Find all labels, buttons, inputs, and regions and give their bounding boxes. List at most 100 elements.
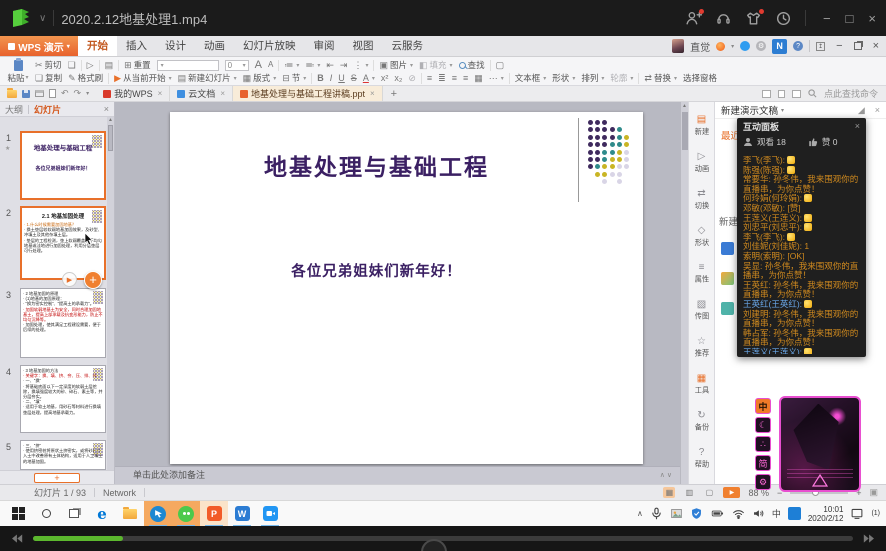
add-slide-button[interactable]: + (34, 472, 80, 483)
taskbar-app-word[interactable]: W (228, 501, 256, 527)
wps-app-menu[interactable]: WPS 演示 ▾ (0, 36, 78, 56)
ribbon-形状[interactable]: 形状 ▾ (551, 72, 576, 84)
ribbon-icon[interactable]: ⋮ ▾ (352, 60, 369, 70)
slide-thumbnail-5[interactable]: · 三、“挤” · 使用挤密桩将原状土挤密实，或将砂石打入土中改善原有土体结构，适… (20, 440, 106, 470)
volume-icon[interactable] (752, 507, 765, 520)
ribbon-icon[interactable]: ▢ (495, 60, 506, 70)
ribbon-icon[interactable]: ▷ (86, 60, 95, 70)
ime-mode-indicator[interactable]: 中 (772, 507, 781, 520)
history-clock-icon[interactable] (775, 10, 792, 27)
document-tab[interactable]: 地基处理与基础工程讲稿.ppt × (232, 86, 383, 101)
scrollbar-thumb[interactable] (108, 125, 113, 151)
ribbon-icon[interactable]: ⊘ (407, 73, 417, 83)
player-close-button[interactable]: × (868, 11, 876, 26)
ribbon-icon[interactable]: ▦ (473, 73, 484, 83)
search-icon[interactable] (808, 89, 817, 98)
ribbon-icon[interactable]: x² (380, 73, 390, 83)
ime-fullmoon-icon[interactable]: ☾ (755, 417, 771, 433)
thumb-add-button[interactable]: + (84, 271, 102, 289)
ime-chinese-icon[interactable]: 中 (755, 398, 771, 414)
fit-window-icon[interactable]: ▣ (869, 487, 878, 498)
ribbon-collapse-icon[interactable]: ↥ (816, 41, 826, 51)
sidebar-tool-tools[interactable]: ▦ 工具 (689, 366, 714, 403)
ribbon-icon[interactable]: A (254, 59, 263, 71)
ribbon-选择窗格[interactable]: 选择窗格 (682, 72, 718, 84)
chat-message-list[interactable]: 李飞(李飞): 陈强(陈强): 常要华: 孙冬伟，我来围观你的直播串，为你点赞！… (743, 156, 861, 354)
notification-center-icon[interactable] (850, 507, 864, 520)
scroll-up-icon[interactable]: ▲ (681, 102, 688, 110)
wardrobe-icon[interactable] (745, 8, 764, 27)
menu-tab-设计[interactable]: 设计 (156, 36, 195, 56)
player-logo-dropdown[interactable]: ∨ (39, 13, 46, 24)
menu-tab-云服务[interactable]: 云服务 (383, 36, 433, 56)
slide-title[interactable]: 地基处理与基础工程 (170, 148, 583, 182)
view-reading-button[interactable]: ▢ (703, 487, 715, 498)
new-document-tab[interactable]: + (383, 86, 405, 101)
ribbon-icon[interactable]: A (267, 61, 274, 69)
ribbon-新建幻灯片[interactable]: ▤ 新建幻灯片 ▾ (177, 72, 238, 84)
new-label[interactable]: 新建 (719, 214, 738, 228)
taskbar-app-task-view[interactable] (60, 501, 88, 527)
window-icon[interactable] (791, 89, 801, 98)
document-tab[interactable]: 云文档 × (170, 86, 233, 101)
ribbon-icon[interactable]: ⇥ (339, 60, 349, 70)
wifi-icon[interactable] (732, 507, 745, 520)
slide-thumbnail-1[interactable]: 地基处理与基础工程 各位兄弟姐妹们新年好！ (20, 131, 106, 200)
ribbon-icon[interactable]: S (350, 73, 358, 83)
ribbon-icon[interactable]: ⇤ (325, 60, 335, 70)
thumb-play-button[interactable]: ▶ (62, 272, 77, 287)
ribbon-从当前开始[interactable]: ▶ 从当前开始 ▾ (113, 72, 172, 84)
print-preview-icon[interactable] (49, 89, 56, 98)
task-panel-title[interactable]: 新建演示文稿 (721, 103, 778, 117)
ribbon-排列[interactable]: 排列 ▾ (580, 72, 605, 84)
redo-icon[interactable]: ↷ (74, 88, 82, 99)
settings-gear-icon[interactable]: ⚙ (756, 41, 767, 51)
ribbon-替换[interactable]: ⇄ 替换 ▾ (643, 72, 678, 84)
battery-icon[interactable] (710, 507, 725, 520)
menu-tab-审阅[interactable]: 审阅 (305, 36, 344, 56)
picture-template-icon[interactable] (721, 272, 734, 285)
player-minimize-button[interactable]: − (823, 11, 831, 26)
account-name[interactable]: 直觉 (690, 39, 710, 54)
slideshow-play-button[interactable]: ▶ (723, 487, 741, 498)
taskbar-clock[interactable]: 10:01 2020/2/12 (808, 505, 844, 523)
skip-forward-icon[interactable] (862, 532, 877, 545)
taskbar-app-wechat[interactable] (172, 500, 200, 527)
sidebar-tool-help[interactable]: ? 帮助 (689, 440, 714, 477)
taskbar-app-edge[interactable]: e (88, 501, 116, 527)
save-icon[interactable] (22, 89, 30, 98)
ribbon-icon[interactable]: ▾ (156, 59, 220, 71)
ribbon-复制[interactable]: ❏ 复制 (34, 72, 63, 84)
sidebar-tool-new-doc[interactable]: ▤ 新建 (689, 107, 714, 144)
ribbon-节[interactable]: ⊟ 节 ▾ (281, 72, 307, 84)
slide-thumbnail-3[interactable]: · 2 地基加固的原理 · (1)地基的加固原理： · “换为密实控制”、“提高土的… (20, 288, 106, 358)
taskbar-app-search[interactable] (32, 501, 60, 527)
menu-tab-开始[interactable]: 开始 (78, 36, 117, 56)
undo-icon[interactable]: ↶ (61, 88, 69, 99)
open-file-icon[interactable] (7, 87, 17, 98)
player-logo-icon[interactable] (10, 7, 32, 29)
ribbon-图片[interactable]: ▣ 图片 ▾ (378, 59, 414, 71)
help-icon[interactable]: ? (793, 41, 804, 51)
ribbon-icon[interactable]: ≕ ▾ (304, 60, 321, 70)
ribbon-icon[interactable]: ≡ (462, 73, 469, 83)
skip-back-icon[interactable] (9, 532, 24, 545)
sidebar-tool-recommend[interactable]: ☆ 推荐 (689, 329, 714, 366)
sidebar-tool-backup[interactable]: ↻ 备份 (689, 403, 714, 440)
avatar[interactable] (672, 39, 685, 53)
ribbon-icon[interactable]: I (329, 73, 334, 83)
sidebar-tool-transition[interactable]: ⇄ 切换 (689, 181, 714, 218)
close-icon[interactable]: × (855, 121, 860, 131)
tab-slides[interactable]: 幻灯片 (34, 103, 61, 116)
menu-tab-幻灯片放映[interactable]: 幻灯片放映 (234, 36, 305, 56)
close-icon[interactable]: × (370, 89, 375, 98)
seek-bar[interactable] (33, 536, 853, 541)
menu-tab-视图[interactable]: 视图 (344, 36, 383, 56)
slide-thumbnail-4[interactable]: · 3 地基加固的方法 · 关键字：换、填、挤、夯、压、排、拌 · 一、“换” · 将… (20, 365, 106, 433)
ribbon-格式刷[interactable]: ✎ 格式刷 (67, 72, 104, 84)
close-icon[interactable]: × (220, 89, 225, 98)
ribbon-icon[interactable]: ≡ (451, 73, 458, 83)
current-slide[interactable]: 地基处理与基础工程 各位兄弟姐妹们新年好！ (170, 112, 643, 464)
sidebar-tool-shapes[interactable]: ◇ 形状 (689, 218, 714, 255)
ribbon-icon[interactable]: ≡ (426, 73, 433, 83)
